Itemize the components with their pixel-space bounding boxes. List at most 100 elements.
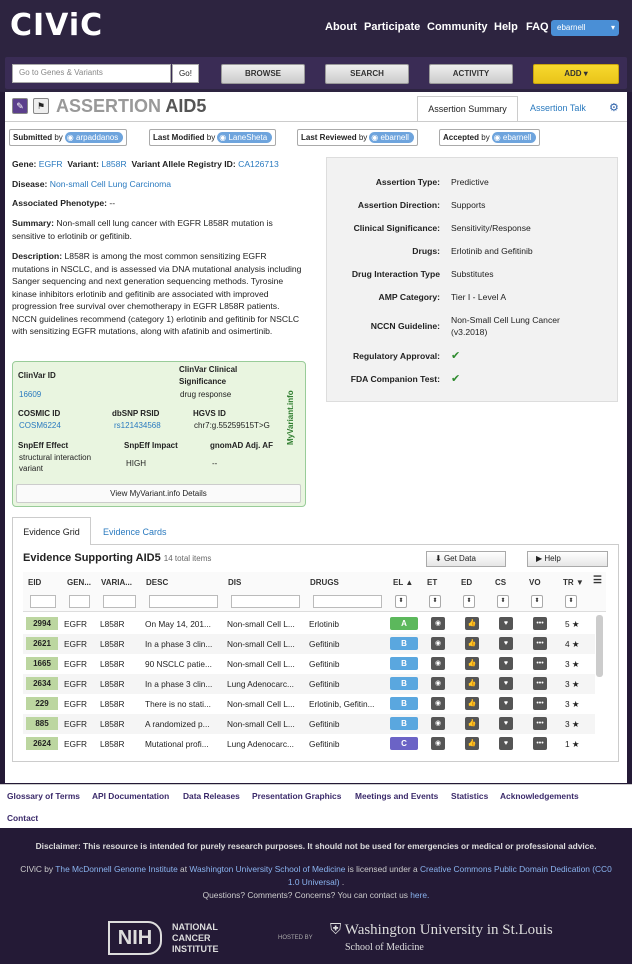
activity-button[interactable]: ACTIVITY: [429, 64, 513, 84]
col-eid[interactable]: EID: [28, 578, 41, 587]
disease-cell: Non-small Cell L...: [227, 639, 295, 649]
user-menu-button[interactable]: ebarnell ▾: [551, 20, 619, 36]
add-button[interactable]: ADD ▾: [533, 64, 619, 84]
eid-badge[interactable]: 2624: [26, 737, 58, 750]
filter-gene[interactable]: [69, 595, 90, 608]
table-row[interactable]: 2624 EGFR L858R Mutational profi... Lung Ade…: [23, 734, 595, 754]
nav-faq[interactable]: FAQ: [526, 21, 549, 33]
dbsnp-link[interactable]: rs121434568: [114, 420, 161, 431]
footer-link[interactable]: Data Releases: [183, 791, 240, 801]
tab-evidence-grid[interactable]: Evidence Grid: [12, 517, 91, 545]
col-et[interactable]: ET: [427, 578, 437, 587]
rating-cell: 4 ★: [565, 639, 580, 649]
filter-vo-select[interactable]: ⬍: [531, 595, 543, 608]
footer-link[interactable]: Glossary of Terms: [7, 791, 80, 801]
table-row[interactable]: 2994 EGFR L858R On May 14, 201... Non-small …: [23, 614, 595, 634]
filter-el-select[interactable]: ⬍: [395, 595, 407, 608]
go-button[interactable]: Go!: [172, 64, 199, 83]
filter-desc[interactable]: [149, 595, 218, 608]
eid-badge[interactable]: 1665: [26, 657, 58, 670]
search-input[interactable]: Go to Genes & Variants: [12, 64, 171, 83]
heart-icon: ♥: [499, 737, 513, 750]
myvariant-details-button[interactable]: View MyVariant.info Details: [16, 484, 301, 503]
footer-link[interactable]: API Documentation: [92, 791, 169, 801]
accepted-user[interactable]: ◉ ebarnell: [491, 132, 537, 143]
filter-cs-select[interactable]: ⬍: [497, 595, 509, 608]
col-variant[interactable]: VARIA...: [101, 578, 132, 587]
eid-badge[interactable]: 2621: [26, 637, 58, 650]
hgvs-value: chr7:g.55259515T>G: [194, 421, 270, 430]
edit-icon[interactable]: ✎: [12, 98, 28, 114]
cc-link[interactable]: Creative Commons Public Domain: [420, 864, 548, 874]
flag-icon[interactable]: ⚑: [33, 98, 49, 114]
filter-drugs[interactable]: [313, 595, 382, 608]
col-cs[interactable]: CS: [495, 578, 506, 587]
eid-badge[interactable]: 2634: [26, 677, 58, 690]
reviewed-user[interactable]: ◉ ebarnell: [369, 132, 414, 143]
nav-help[interactable]: Help: [494, 21, 518, 33]
nav-community[interactable]: Community: [427, 21, 488, 33]
grid-scrollbar[interactable]: [596, 615, 603, 677]
table-row[interactable]: 1665 EGFR L858R 90 NSCLC patie... Non-small …: [23, 654, 595, 674]
gear-icon[interactable]: ⚙: [609, 101, 619, 114]
table-row[interactable]: 229 EGFR L858R There is no stati... Non-smal…: [23, 694, 595, 714]
eid-badge[interactable]: 229: [26, 697, 58, 710]
col-drugs[interactable]: DRUGS: [310, 578, 339, 587]
col-desc[interactable]: DESC: [146, 578, 168, 587]
nav-about[interactable]: About: [325, 21, 357, 33]
footer-link[interactable]: Presentation Graphics: [252, 791, 341, 801]
modified-user[interactable]: ◉ LaneSheta: [217, 132, 273, 143]
nav-participate[interactable]: Participate: [364, 21, 420, 33]
eid-badge[interactable]: 885: [26, 717, 58, 730]
table-row[interactable]: 2634 EGFR L858R In a phase 3 clin... Lung Ad…: [23, 674, 595, 694]
prop-label: FDA Companion Test:: [350, 374, 440, 384]
user-name: ebarnell: [557, 23, 586, 32]
desc-cell: There is no stati...: [145, 699, 211, 709]
wustl-link[interactable]: Washington University School of Medicine: [189, 864, 345, 874]
browse-button[interactable]: BROWSE: [221, 64, 305, 84]
col-gene[interactable]: GEN...: [67, 578, 91, 587]
footer-link[interactable]: Meetings and Events: [355, 791, 438, 801]
eid-badge[interactable]: 2994: [26, 617, 58, 630]
desc-cell: In a phase 3 clin...: [145, 679, 213, 689]
clinvar-id-link[interactable]: 16609: [19, 389, 41, 400]
drugs-cell: Gefitinib: [309, 739, 340, 749]
table-row[interactable]: 2621 EGFR L858R In a phase 3 clin... Non-sma…: [23, 634, 595, 654]
cosmic-link[interactable]: COSM6224: [19, 420, 61, 431]
search-button[interactable]: SEARCH: [325, 64, 409, 84]
contact-link[interactable]: here.: [410, 890, 429, 900]
variant-link[interactable]: L858R: [101, 159, 126, 169]
submitted-user[interactable]: ◉ arpaddanos: [64, 132, 124, 143]
col-tr[interactable]: TR ▼: [563, 578, 584, 587]
filter-et-select[interactable]: ⬍: [429, 595, 441, 608]
clinvar-id-label: ClinVar ID: [18, 371, 56, 380]
filter-ed-select[interactable]: ⬍: [463, 595, 475, 608]
col-el[interactable]: EL ▲: [393, 578, 413, 587]
help-button[interactable]: ▶ Help: [527, 551, 608, 567]
registry-link[interactable]: CA126713: [238, 159, 279, 169]
get-data-button[interactable]: ⬇ Get Data: [426, 551, 506, 567]
nci-logo[interactable]: NATIONAL CANCER INSTITUTE: [172, 922, 219, 955]
civic-logo[interactable]: CIViC: [10, 8, 103, 43]
nih-logo[interactable]: NIH: [108, 921, 162, 955]
disease-cell: Non-small Cell L...: [227, 659, 295, 669]
col-dis[interactable]: DIS: [228, 578, 241, 587]
filter-eid[interactable]: [30, 595, 56, 608]
wustl-logo[interactable]: ⛨ Washington University in St.Louis Schoo…: [330, 922, 553, 956]
table-row[interactable]: 885 EGFR L858R A randomized p... Non-small C…: [23, 714, 595, 734]
filter-dis[interactable]: [231, 595, 300, 608]
tab-evidence-cards[interactable]: Evidence Cards: [103, 527, 167, 537]
col-vo[interactable]: VO: [529, 578, 541, 587]
tab-assertion-summary[interactable]: Assertion Summary: [417, 96, 518, 121]
gene-link[interactable]: EGFR: [39, 159, 63, 169]
filter-tr-select[interactable]: ⬍: [565, 595, 577, 608]
mgi-link[interactable]: The McDonnell Genome Institute: [55, 864, 177, 874]
footer-link[interactable]: Contact: [7, 813, 38, 823]
filter-variant[interactable]: [103, 595, 136, 608]
col-ed[interactable]: ED: [461, 578, 472, 587]
footer-link[interactable]: Acknowledgements: [500, 791, 579, 801]
footer-link[interactable]: Statistics: [451, 791, 488, 801]
menu-icon[interactable]: ☰: [593, 575, 602, 586]
tab-assertion-talk[interactable]: Assertion Talk: [530, 103, 586, 113]
disease-link[interactable]: Non-small Cell Lung Carcinoma: [50, 179, 171, 189]
